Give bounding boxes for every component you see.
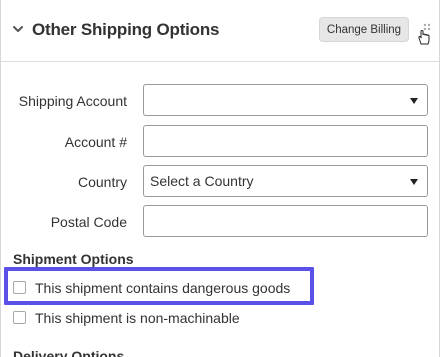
postal-code-input[interactable] [143,205,428,237]
dropdown-caret-icon [410,179,418,185]
shipping-account-row: Shipping Account [1,84,439,120]
chevron-down-icon[interactable] [12,23,24,35]
postal-code-row: Postal Code [1,205,439,241]
panel-header: Other Shipping Options Change Billing [1,0,439,62]
postal-code-label: Postal Code [50,214,127,230]
non-machinable-option[interactable]: This shipment is non-machinable [13,309,313,329]
country-row: Country Select a Country [1,165,439,201]
non-machinable-checkbox[interactable] [13,311,26,324]
dropdown-caret-icon [410,98,418,104]
country-label: Country [77,174,127,190]
shipping-account-select[interactable] [143,84,428,116]
dangerous-goods-option[interactable]: This shipment contains dangerous goods [13,279,313,299]
country-select[interactable]: Select a Country [143,165,428,197]
dangerous-goods-label[interactable]: This shipment contains dangerous goods [35,280,290,296]
account-number-label: Account # [64,134,127,150]
account-number-input[interactable] [143,125,428,157]
dangerous-goods-checkbox[interactable] [13,281,26,294]
shipment-options-title: Shipment Options [13,251,134,267]
non-machinable-label[interactable]: This shipment is non-machinable [35,310,240,326]
drag-handle-icon[interactable] [415,22,431,46]
country-value: Select a Country [150,173,254,189]
shipping-account-label: Shipping Account [18,93,127,109]
change-billing-button[interactable]: Change Billing [319,17,409,42]
account-number-row: Account # [1,125,439,161]
delivery-options-title: Delivery Options [13,348,125,357]
panel-title: Other Shipping Options [32,20,220,39]
other-shipping-options-panel: Other Shipping Options Change Billing Sh… [0,0,440,357]
